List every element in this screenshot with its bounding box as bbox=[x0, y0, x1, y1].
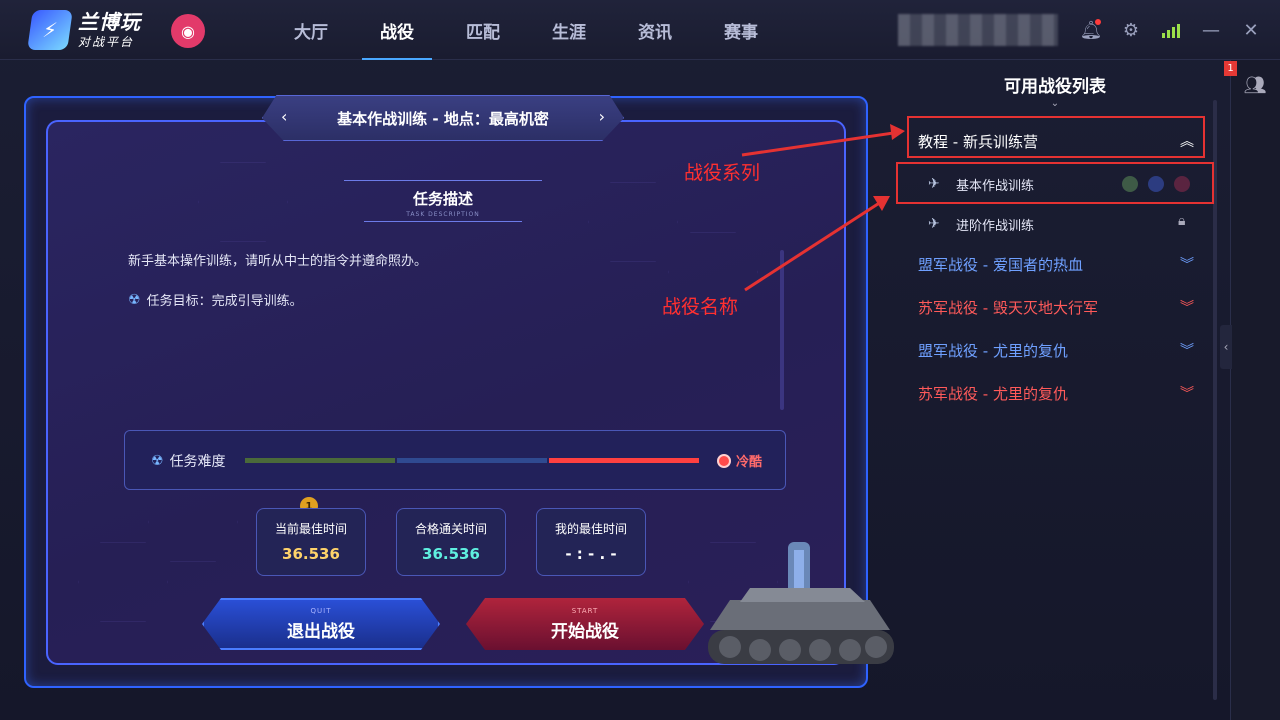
nav-career[interactable]: 生涯 bbox=[526, 0, 612, 60]
prev-mission-icon[interactable]: ‹ bbox=[281, 107, 287, 126]
series-allied-yuri[interactable]: 盟军战役 - 尤里的复仇 ︾ bbox=[906, 331, 1212, 369]
main-nav: 大厅 战役 匹配 生涯 资讯 赛事 bbox=[268, 0, 784, 60]
series-allied-patriot[interactable]: 盟军战役 - 爱国者的热血 ︾ bbox=[906, 245, 1212, 283]
radiation-icon: ☢ bbox=[151, 453, 164, 469]
chevron-down-icon: ⌄ bbox=[1050, 98, 1060, 109]
nav-events[interactable]: 赛事 bbox=[698, 0, 784, 60]
nav-match[interactable]: 匹配 bbox=[440, 0, 526, 60]
collapse-panel-icon[interactable]: ‹ bbox=[1220, 325, 1232, 369]
chevron-down-icon[interactable]: ︾ bbox=[1180, 340, 1194, 360]
description-heading: 任务描述 TASK DESCRIPTION bbox=[344, 180, 542, 222]
quit-campaign-button[interactable]: QUIT 退出战役 bbox=[202, 598, 440, 650]
lock-icon: 🔒︎ bbox=[1178, 213, 1186, 229]
mission-goal: ☢ 任务目标：完成引导训练。 bbox=[128, 291, 303, 310]
clan-badge-icon[interactable]: ◉ bbox=[171, 14, 205, 48]
radiation-icon: ☢ bbox=[128, 291, 141, 308]
nav-news[interactable]: 资讯 bbox=[612, 0, 698, 60]
signal-icon bbox=[1158, 17, 1184, 43]
campaign-list-title: 可用战役列表 bbox=[1004, 77, 1106, 97]
chevron-down-icon[interactable]: ︾ bbox=[1180, 254, 1194, 274]
user-profile-blurred[interactable] bbox=[898, 14, 1058, 46]
nav-lobby[interactable]: 大厅 bbox=[268, 0, 354, 60]
mission-title-bar: ‹ 基本作战训练 - 地点：最高机密 › bbox=[262, 95, 624, 141]
annotation-name-label: 战役名称 bbox=[662, 296, 739, 318]
difficulty-segment-hard bbox=[549, 458, 699, 463]
difficulty-segment-medium bbox=[397, 458, 547, 463]
gear-icon[interactable]: ⚙ bbox=[1118, 17, 1144, 43]
description-scrollbar[interactable] bbox=[780, 250, 784, 410]
app-logo[interactable]: ⚡ 兰博玩 对战平台 bbox=[27, 8, 160, 52]
mission-title: 基本作战训练 - 地点：最高机密 bbox=[337, 109, 549, 128]
close-icon[interactable]: ✕ bbox=[1238, 17, 1264, 43]
logo-mark-icon: ⚡ bbox=[27, 10, 73, 50]
bell-icon[interactable]: 🔔︎ bbox=[1078, 17, 1104, 43]
nav-campaign[interactable]: 战役 bbox=[354, 0, 440, 60]
series-soviet-yuri[interactable]: 苏军战役 - 尤里的复仇 ︾ bbox=[906, 374, 1212, 412]
side-strip bbox=[1230, 60, 1280, 720]
friends-count-badge: 1 bbox=[1224, 61, 1237, 76]
tank-illustration bbox=[708, 542, 894, 664]
stat-card-my-best: 我的最佳时间 - : - . - bbox=[536, 508, 646, 576]
chevron-down-icon[interactable]: ︾ bbox=[1180, 383, 1194, 403]
app-window: ⚡ 兰博玩 对战平台 ◉ 大厅 战役 匹配 生涯 资讯 赛事 🔔︎ ⚙ — ✕ bbox=[0, 0, 1280, 720]
stat-card-current-best: 当前最佳时间 36.536 bbox=[256, 508, 366, 576]
mission-item-advanced[interactable]: ✈︎ 进阶作战训练 bbox=[898, 204, 1212, 244]
stat-card-pass-time: 合格通关时间 36.536 bbox=[396, 508, 506, 576]
series-soviet-march[interactable]: 苏军战役 - 毁天灭地大行军 ︾ bbox=[906, 288, 1212, 326]
minimize-icon[interactable]: — bbox=[1198, 17, 1224, 43]
annotation-box-series bbox=[907, 116, 1205, 158]
logo-subtitle: 对战平台 bbox=[78, 35, 135, 49]
difficulty-bar: ☢ 任务难度 冷酷 bbox=[124, 430, 786, 490]
annotation-series-label: 战役系列 bbox=[684, 162, 761, 184]
difficulty-label: 任务难度 bbox=[169, 454, 226, 470]
logo-title: 兰博玩 bbox=[78, 10, 141, 34]
top-bar: ⚡ 兰博玩 对战平台 ◉ 大厅 战役 匹配 生涯 资讯 赛事 🔔︎ ⚙ — ✕ bbox=[0, 0, 1280, 60]
annotation-box-mission bbox=[896, 162, 1214, 204]
wing-icon: ✈︎ bbox=[928, 216, 940, 232]
difficulty-value: 冷酷 bbox=[736, 455, 763, 470]
mission-description: 新手基本操作训练，请听从中士的指令并遵命照办。 bbox=[128, 254, 428, 269]
start-campaign-button[interactable]: START 开始战役 bbox=[466, 598, 704, 650]
difficulty-indicator-icon bbox=[717, 453, 731, 468]
next-mission-icon[interactable]: › bbox=[599, 107, 605, 126]
friends-icon[interactable]: 👥︎ bbox=[1240, 70, 1270, 100]
difficulty-segment-easy bbox=[245, 458, 395, 463]
chevron-down-icon[interactable]: ︾ bbox=[1180, 297, 1194, 317]
